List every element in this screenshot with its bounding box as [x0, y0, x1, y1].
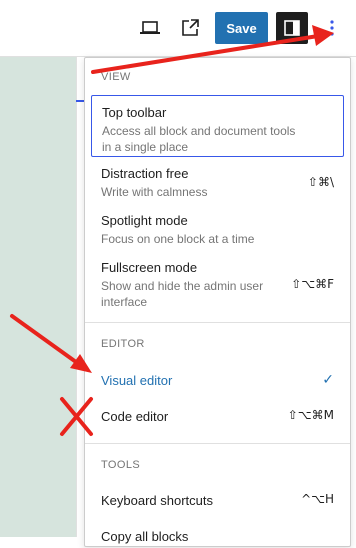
editor-canvas[interactable] — [0, 57, 76, 537]
editor-section-heading: EDITOR — [101, 338, 145, 350]
laptop-icon — [140, 21, 160, 34]
checkmark-icon: ✓ — [322, 372, 334, 388]
menu-item-shortcut: ⇧⌥⌘F — [291, 277, 334, 291]
menu-item-spotlight-mode[interactable]: Spotlight mode Focus on one block at a t… — [91, 212, 344, 250]
menu-item-shortcut: ⇧⌘\ — [307, 175, 334, 189]
vertical-ellipsis-icon — [330, 20, 334, 36]
menu-item-keyboard-shortcuts[interactable]: Keyboard shortcuts ^⌥H — [91, 492, 344, 512]
menu-item-description: Write with calmness — [101, 185, 208, 199]
options-button[interactable] — [316, 12, 348, 44]
editor-header: Save — [0, 0, 356, 57]
menu-item-label: Fullscreen mode — [101, 260, 198, 275]
menu-item-visual-editor[interactable]: Visual editor ✓ — [91, 372, 344, 392]
menu-item-distraction-free[interactable]: Distraction free Write with calmness ⇧⌘\ — [91, 165, 344, 203]
menu-item-shortcut: ^⌥H — [301, 492, 334, 506]
menu-item-label: Visual editor — [101, 373, 173, 388]
menu-item-label: Distraction free — [101, 166, 189, 181]
view-post-button[interactable] — [174, 12, 206, 44]
external-link-icon — [182, 19, 199, 36]
preview-button[interactable] — [134, 12, 166, 44]
menu-divider — [85, 322, 350, 323]
menu-item-fullscreen-mode[interactable]: Fullscreen mode Show and hide the admin … — [91, 259, 344, 315]
menu-item-code-editor[interactable]: Code editor ⇧⌥⌘M — [91, 408, 344, 428]
menu-item-label: Spotlight mode — [101, 213, 188, 228]
menu-item-description: Show and hide the admin user interface — [101, 279, 264, 309]
menu-item-top-toolbar[interactable]: Top toolbar Access all block and documen… — [91, 95, 344, 157]
menu-item-copy-all-blocks[interactable]: Copy all blocks — [91, 528, 344, 548]
tools-section-heading: TOOLS — [101, 459, 141, 471]
menu-divider — [85, 443, 350, 444]
menu-item-label: Keyboard shortcuts — [101, 493, 214, 508]
options-menu: VIEW Top toolbar Access all block and do… — [84, 57, 351, 547]
sidebar-toggle-icon — [284, 20, 300, 36]
menu-item-shortcut: ⇧⌥⌘M — [287, 408, 334, 422]
settings-toggle-button[interactable] — [276, 12, 308, 44]
menu-item-label: Top toolbar — [102, 105, 167, 120]
view-section-heading: VIEW — [101, 71, 131, 83]
menu-item-description: Access all block and document tools in a… — [102, 124, 296, 154]
menu-item-description: Focus on one block at a time — [101, 232, 255, 246]
save-button[interactable]: Save — [215, 12, 268, 44]
